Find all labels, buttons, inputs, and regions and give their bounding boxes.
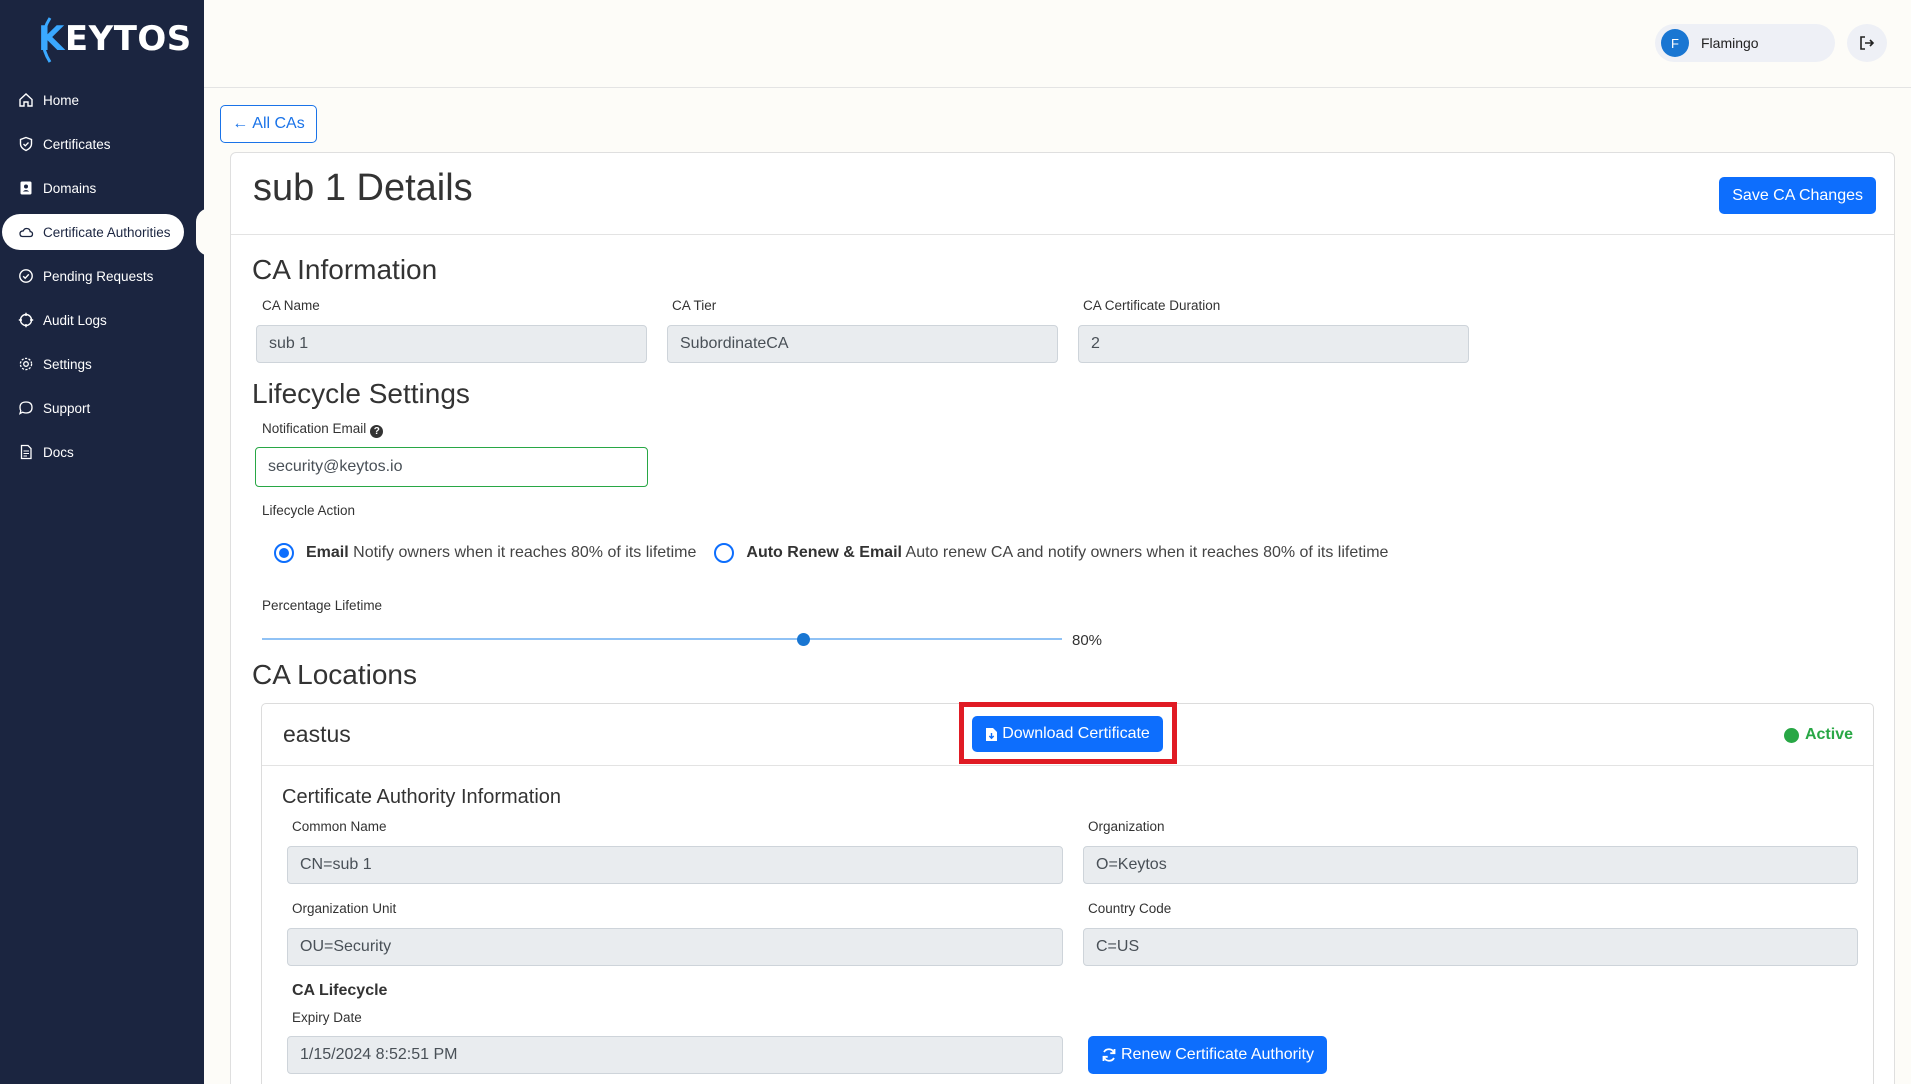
sidebar-item-label: Certificates	[43, 136, 111, 152]
ca-locations-title: CA Locations	[252, 659, 417, 690]
lifecycle-action-radio-group: Email Notify owners when it reaches 80% …	[274, 543, 1388, 563]
sidebar-item-label: Certificate Authorities	[43, 224, 171, 240]
notification-email-label: Notification Email?	[262, 421, 384, 438]
common-name-label: Common Name	[292, 819, 387, 834]
arrow-left-icon: ←	[232, 115, 249, 132]
document-icon	[18, 444, 34, 460]
user-menu[interactable]: F Flamingo	[1655, 24, 1835, 62]
lifecycle-action-label: Lifecycle Action	[262, 503, 356, 518]
percentage-lifetime-slider-thumb[interactable]	[797, 633, 810, 646]
renew-certificate-authority-label: Renew Certificate Authority	[1121, 1046, 1314, 1063]
sidebar-item-label: Support	[43, 400, 91, 416]
keytos-logo[interactable]: KEYTOS	[38, 14, 192, 64]
ca-lifecycle-subtitle: CA Lifecycle	[292, 982, 388, 999]
sidebar-item-label: Audit Logs	[43, 312, 107, 328]
radio-email-label[interactable]: Email Notify owners when it reaches 80% …	[306, 544, 696, 562]
chat-icon	[18, 400, 34, 416]
gear-icon	[18, 356, 34, 372]
organization-unit-field: OU=Security	[287, 928, 1063, 966]
common-name-field: CN=sub 1	[287, 846, 1063, 884]
sidebar-item-label: Docs	[43, 444, 74, 460]
cloud-icon	[18, 224, 34, 240]
percentage-lifetime-slider-track[interactable]	[262, 638, 1062, 640]
radio-email[interactable]	[274, 543, 294, 563]
organization-unit-label: Organization Unit	[292, 901, 397, 916]
sidebar-item-certificate-authorities[interactable]: Certificate Authorities	[2, 214, 184, 250]
renew-certificate-authority-button[interactable]: Renew Certificate Authority	[1088, 1036, 1327, 1074]
avatar: F	[1661, 29, 1689, 57]
card-header: sub 1 Details Save CA Changes	[231, 153, 1894, 235]
status-dot-icon	[1783, 727, 1799, 743]
ca-info-subtitle: Certificate Authority Information	[282, 786, 562, 808]
top-bar: F Flamingo	[204, 0, 1911, 88]
organization-field: O=Keytos	[1083, 846, 1858, 884]
help-icon[interactable]: ?	[370, 425, 384, 438]
download-certificate-label: Download Certificate	[1002, 725, 1150, 742]
file-download-icon	[986, 727, 998, 741]
radio-auto-renew-label[interactable]: Auto Renew & Email Auto renew CA and not…	[746, 544, 1388, 562]
ca-duration-field: 2	[1078, 325, 1469, 363]
percentage-lifetime-value: 80%	[1072, 632, 1103, 649]
logout-icon	[1860, 36, 1875, 50]
percentage-lifetime-label: Percentage Lifetime	[262, 598, 383, 613]
country-code-field: C=US	[1083, 928, 1858, 966]
contacts-icon	[18, 180, 34, 196]
back-button-label: All CAs	[252, 115, 305, 132]
logout-button[interactable]	[1847, 24, 1887, 62]
save-ca-changes-button[interactable]: Save CA Changes	[1719, 177, 1876, 214]
ca-tier-label: CA Tier	[672, 298, 717, 313]
ca-name-label: CA Name	[262, 298, 320, 313]
lifecycle-settings-title: Lifecycle Settings	[252, 378, 470, 409]
country-code-label: Country Code	[1088, 901, 1172, 916]
notification-email-input[interactable]: security@keytos.io	[255, 447, 648, 487]
sidebar-item-label: Settings	[43, 356, 92, 372]
expiry-date-label: Expiry Date	[292, 1010, 362, 1025]
ca-duration-label: CA Certificate Duration	[1083, 298, 1221, 313]
ca-tier-field: SubordinateCA	[667, 325, 1058, 363]
ca-information-title: CA Information	[252, 254, 438, 285]
sidebar-item-support[interactable]: Support	[0, 386, 204, 430]
sidebar-item-certificates[interactable]: Certificates	[0, 122, 204, 166]
logo-text: KEYTOS	[38, 19, 192, 59]
ca-name-field: sub 1	[256, 325, 647, 363]
refresh-icon	[1102, 1048, 1116, 1062]
sidebar-nav: Home Certificates Domains Certificate Au…	[0, 78, 204, 474]
shield-icon	[18, 136, 34, 152]
notification-email-label-text: Notification Email	[262, 421, 367, 436]
sidebar-item-settings[interactable]: Settings	[0, 342, 204, 386]
sidebar-active-notch	[196, 208, 210, 256]
radio-auto-renew[interactable]	[714, 543, 735, 563]
sidebar-item-domains[interactable]: Domains	[0, 166, 204, 210]
check-circle-icon	[18, 268, 34, 284]
sidebar-item-label: Home	[43, 92, 80, 108]
status-text: Active	[1804, 726, 1853, 743]
user-name: Flamingo	[1701, 35, 1759, 51]
download-certificate-button[interactable]: Download Certificate	[972, 716, 1163, 752]
sidebar-item-pending-requests[interactable]: Pending Requests	[0, 254, 204, 298]
location-name: eastus	[283, 721, 351, 747]
sidebar: KEYTOS Home Certificates Domains Certifi…	[0, 0, 204, 1084]
page-title: sub 1 Details	[253, 167, 473, 209]
status-badge: Active	[1783, 726, 1853, 744]
sidebar-item-home[interactable]: Home	[0, 78, 204, 122]
sidebar-item-label: Domains	[43, 180, 97, 196]
sidebar-item-audit-logs[interactable]: Audit Logs	[0, 298, 204, 342]
sidebar-item-docs[interactable]: Docs	[0, 430, 204, 474]
all-cas-back-button[interactable]: ← All CAs	[220, 105, 317, 143]
home-icon	[18, 92, 34, 108]
crosshair-icon	[18, 312, 34, 328]
sidebar-item-label: Pending Requests	[43, 268, 154, 284]
organization-label: Organization	[1088, 819, 1165, 834]
expiry-date-field: 1/15/2024 8:52:51 PM	[287, 1036, 1063, 1074]
